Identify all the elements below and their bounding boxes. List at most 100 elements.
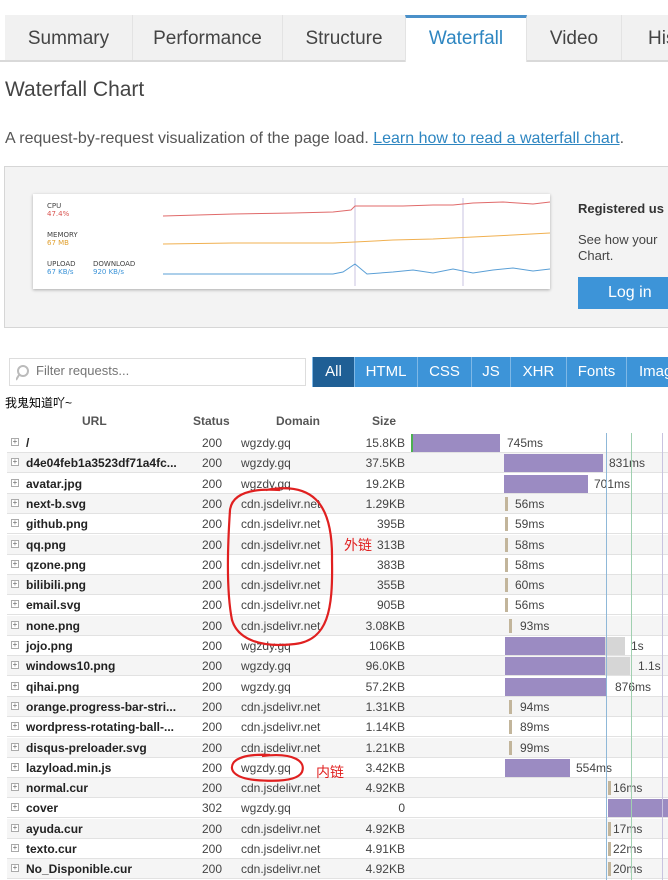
request-status: 200 (201, 659, 222, 674)
request-url: bilibili.png (26, 578, 86, 593)
expand-icon[interactable]: + (11, 661, 19, 670)
request-size: 0 (398, 801, 405, 816)
filter-tab-images[interactable]: Imag (626, 357, 668, 387)
request-status: 200 (201, 740, 222, 755)
filter-tab-all[interactable]: All (312, 357, 354, 387)
request-row[interactable]: + orange.progress-bar-stri... 200 cdn.jsdel… (7, 696, 668, 717)
metrics-sparklines (162, 198, 550, 286)
tab-video[interactable]: Video (527, 15, 622, 60)
request-row[interactable]: + github.png 200 cdn.jsdelivr.net 395B 59ms (7, 514, 668, 535)
request-size: 37.5KB (365, 456, 405, 471)
request-row[interactable]: + ayuda.cur 200 cdn.jsdelivr.net 4.92KB 17ms (7, 818, 668, 839)
request-url: avatar.jpg (26, 476, 83, 491)
expand-icon[interactable]: + (11, 803, 19, 812)
request-url: windows10.png (26, 659, 116, 674)
request-row[interactable]: + wordpress-rotating-ball-... 200 cdn.jsdel… (7, 717, 668, 738)
request-time: 60ms (515, 578, 545, 593)
request-domain: cdn.jsdelivr.net (241, 496, 321, 511)
expand-icon[interactable]: + (11, 722, 19, 731)
expand-icon[interactable]: + (11, 438, 19, 446)
expand-icon[interactable]: + (11, 844, 19, 852)
filter-tab-html[interactable]: HTML (354, 357, 417, 387)
registered-users-text: See how your Chart. (578, 232, 658, 263)
request-domain: cdn.jsdelivr.net (241, 862, 321, 877)
request-row[interactable]: + qzone.png 200 cdn.jsdelivr.net 383B 58ms (7, 555, 668, 575)
filter-tab-xhr[interactable]: XHR (510, 357, 566, 387)
request-time: 1s (631, 639, 644, 653)
request-status: 302 (201, 801, 222, 816)
request-row[interactable]: + jojo.png 200 wgzdy.gq 106KB 1s (7, 636, 668, 656)
login-button[interactable]: Log in (578, 277, 668, 309)
request-size: 383B (376, 557, 405, 572)
filter-tab-css[interactable]: CSS (417, 357, 471, 387)
tab-history[interactable]: His (622, 15, 668, 60)
expand-icon[interactable]: + (11, 600, 19, 609)
column-header-status[interactable]: Status (193, 414, 230, 428)
request-row[interactable]: + avatar.jpg 200 wgzdy.gq 19.2KB 701ms (7, 474, 668, 494)
request-row[interactable]: + disqus-preloader.svg 200 cdn.jsdelivr.net… (7, 737, 668, 758)
expand-icon[interactable]: + (11, 701, 19, 710)
request-url: qzone.png (26, 557, 86, 572)
request-row[interactable]: + d4e04feb1a3523df71a4fc... 200 wgzdy.gq 37.… (7, 453, 668, 474)
waterfall-bar (504, 474, 588, 493)
expand-icon[interactable]: + (11, 864, 19, 873)
request-domain: wgzdy.gq (241, 456, 291, 471)
expand-icon[interactable]: + (11, 580, 19, 589)
request-row[interactable]: + email.svg 200 cdn.jsdelivr.net 905B 56ms (7, 595, 668, 616)
waterfall-bar (509, 740, 512, 755)
expand-icon[interactable]: + (11, 539, 19, 548)
request-row[interactable]: + bilibili.png 200 cdn.jsdelivr.net 355B 60ms (7, 575, 668, 596)
request-time: 94ms (520, 699, 550, 714)
request-row[interactable]: + windows10.png 200 wgzdy.gq 96.0KB 1.1s (7, 656, 668, 677)
filter-requests-input[interactable] (36, 363, 296, 378)
expand-icon[interactable]: + (11, 783, 19, 792)
expand-icon[interactable]: + (11, 519, 19, 528)
request-time: 89ms (520, 720, 550, 735)
learn-waterfall-link[interactable]: Learn how to read a waterfall chart (373, 130, 619, 147)
request-status: 200 (201, 436, 222, 450)
expand-icon[interactable]: + (11, 681, 19, 690)
request-url: qihai.png (26, 679, 80, 694)
tab-waterfall[interactable]: Waterfall (405, 15, 527, 62)
expand-icon[interactable]: + (11, 823, 19, 832)
tab-performance[interactable]: Performance (133, 15, 283, 60)
request-status: 200 (201, 557, 222, 572)
waterfall-bar (509, 618, 512, 633)
request-status: 200 (201, 517, 222, 532)
request-row[interactable]: + / 200 wgzdy.gq 15.8KB 745ms (7, 433, 668, 453)
column-header-url[interactable]: URL (82, 414, 107, 428)
waterfall-start-marker (411, 434, 413, 452)
request-size: 1.14KB (365, 720, 405, 735)
expand-icon[interactable]: + (11, 762, 19, 771)
request-row[interactable]: + qq.png 200 cdn.jsdelivr.net 313B 58ms (7, 534, 668, 555)
filter-tab-fonts[interactable]: Fonts (566, 357, 626, 387)
column-header-domain[interactable]: Domain (276, 414, 320, 428)
expand-icon[interactable]: + (11, 620, 19, 629)
expand-icon[interactable]: + (11, 641, 19, 649)
tab-structure[interactable]: Structure (283, 15, 406, 60)
filter-tab-js[interactable]: JS (471, 357, 510, 387)
expand-icon[interactable]: + (11, 498, 19, 507)
waterfall-bar (505, 598, 508, 613)
expand-icon[interactable]: + (11, 559, 19, 568)
request-time: 745ms (507, 436, 544, 450)
expand-icon[interactable]: + (11, 478, 19, 487)
expand-icon[interactable]: + (11, 458, 19, 467)
request-domain: cdn.jsdelivr.net (241, 618, 321, 633)
request-row[interactable]: + No_Disponible.cur 200 cdn.jsdelivr.net 4.9… (7, 859, 668, 880)
request-row[interactable]: + none.png 200 cdn.jsdelivr.net 3.08KB 93ms (7, 615, 668, 636)
column-header-size[interactable]: Size (372, 414, 396, 428)
request-status: 200 (201, 476, 222, 491)
request-row[interactable]: + texto.cur 200 cdn.jsdelivr.net 4.91KB 22ms (7, 839, 668, 859)
request-row[interactable]: + cover 302 wgzdy.gq 0 (7, 798, 668, 819)
waterfall-bar (505, 557, 508, 572)
waterfall-bar (505, 758, 570, 777)
request-time: 17ms (613, 821, 643, 836)
fully-loaded-line (662, 433, 663, 880)
request-row[interactable]: + qihai.png 200 wgzdy.gq 57.2KB 876ms (7, 677, 668, 697)
request-row[interactable]: + next-b.svg 200 cdn.jsdelivr.net 1.29KB 56ms (7, 493, 668, 514)
request-size: 15.8KB (365, 436, 405, 450)
tab-summary[interactable]: Summary (5, 15, 133, 60)
metrics-panel: CPU 47.4% MEMORY 67 MB UPLOAD 67 KB/s DO… (4, 166, 668, 328)
expand-icon[interactable]: + (11, 742, 19, 751)
